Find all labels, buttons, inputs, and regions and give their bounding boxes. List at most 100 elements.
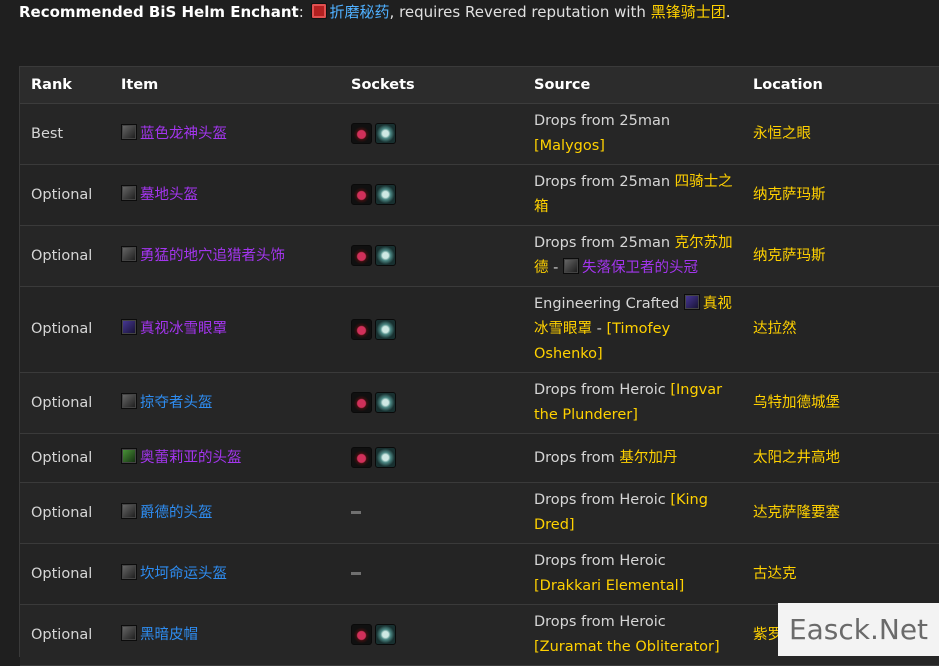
requirement-text: , requires Revered reputation with	[389, 3, 651, 21]
rank-cell: Optional	[20, 482, 110, 544]
source-cell: Drops from Heroic [King Dred]	[523, 482, 742, 544]
faction-link[interactable]: 黑锋骑士团	[651, 3, 726, 21]
helm-icon[interactable]	[121, 624, 137, 641]
header-colon: :	[298, 3, 309, 21]
header-end: .	[725, 3, 731, 21]
meta-socket-icon[interactable]	[351, 318, 372, 340]
column-header-rank[interactable]: Rank	[20, 67, 110, 104]
rank-cell: Optional	[20, 433, 110, 483]
meta-socket-icon[interactable]	[351, 392, 372, 413]
token-link[interactable]: 失落保卫者的头冠	[582, 260, 698, 276]
column-header-location[interactable]: Location	[742, 67, 939, 104]
prismatic-socket-icon[interactable]	[375, 447, 396, 468]
rank-cell: Optional	[20, 164, 110, 226]
enchant-recommendation: Recommended BiS Helm Enchant: 折磨秘药, requ…	[19, 2, 731, 22]
table-row: Optional 真视冰雪眼罩 Engineering Crafted 真视冰雪眼罩…	[20, 286, 939, 373]
source-cell: Drops from Heroic [Drakkari Elemental]	[523, 543, 742, 605]
source-cell: Engineering Crafted 真视冰雪眼罩 - [Timofey Os…	[523, 286, 742, 373]
source-separator: -	[592, 321, 607, 337]
item-cell: 勇猛的地穴追猎者头饰	[110, 225, 340, 287]
meta-socket-icon[interactable]	[351, 184, 372, 205]
helm-icon[interactable]	[121, 184, 137, 201]
source-text: Drops from Heroic	[534, 553, 666, 569]
location-link[interactable]: 纳克萨玛斯	[742, 225, 939, 287]
table-row: Optional 坎坷命运头盔 Drops from Heroic [Drakkar…	[20, 543, 939, 605]
prismatic-socket-icon[interactable]	[375, 123, 396, 144]
meta-socket-icon[interactable]	[351, 624, 372, 645]
source-text: Drops from 25man	[534, 113, 671, 129]
source-separator: -	[548, 260, 563, 276]
item-link[interactable]: 坎坷命运头盔	[140, 566, 227, 582]
source-cell: Drops from 25man [Malygos]	[523, 103, 742, 165]
table-row: Optional 爵德的头盔 Drops from Heroic [King Dre…	[20, 482, 939, 544]
table-row: Optional 墓地头盔 Drops from 25man 四骑士之箱 纳克萨玛斯	[20, 164, 939, 226]
source-text: Drops from Heroic	[534, 614, 666, 630]
column-header-source[interactable]: Source	[523, 67, 742, 104]
sockets-cell	[340, 604, 523, 666]
item-cell: 掠夺者头盔	[110, 372, 340, 434]
helm-icon[interactable]	[121, 245, 137, 262]
helm-icon[interactable]	[121, 447, 137, 464]
prismatic-socket-icon[interactable]	[375, 624, 396, 645]
item-cell: 爵德的头盔	[110, 482, 340, 544]
crafted-item-icon[interactable]	[683, 294, 700, 310]
item-cell: 蓝色龙神头盔	[110, 103, 340, 165]
source-link[interactable]: [Zuramat the Obliterator]	[534, 639, 720, 655]
sockets-cell	[340, 543, 523, 605]
meta-socket-icon[interactable]	[351, 245, 372, 266]
location-link[interactable]: 古达克	[742, 543, 939, 605]
item-link[interactable]: 黑暗皮帽	[140, 627, 198, 643]
item-link[interactable]: 奥蕾莉亚的头盔	[140, 450, 242, 466]
item-cell: 奥蕾莉亚的头盔	[110, 433, 340, 483]
location-link[interactable]: 达拉然	[742, 286, 939, 373]
meta-socket-icon[interactable]	[351, 123, 372, 144]
location-link[interactable]: 太阳之井高地	[742, 433, 939, 483]
location-link[interactable]: 永恒之眼	[742, 103, 939, 165]
sockets-cell	[340, 482, 523, 544]
sockets-cell	[340, 433, 523, 483]
column-header-sockets[interactable]: Sockets	[340, 67, 523, 104]
helm-icon[interactable]	[121, 563, 137, 580]
table-row: Optional 勇猛的地穴追猎者头饰 Drops from 25man 克尔苏加德…	[20, 225, 939, 287]
enchant-icon	[310, 3, 327, 19]
location-link[interactable]: 纳克萨玛斯	[742, 164, 939, 226]
source-link[interactable]: 基尔加丹	[619, 450, 677, 466]
source-link[interactable]: [Malygos]	[534, 138, 605, 154]
item-link[interactable]: 勇猛的地穴追猎者头饰	[140, 248, 285, 264]
item-link[interactable]: 掠夺者头盔	[140, 395, 213, 411]
rank-cell: Optional	[20, 543, 110, 605]
helm-icon[interactable]	[121, 123, 137, 140]
source-cell: Drops from 基尔加丹	[523, 433, 742, 483]
item-cell: 墓地头盔	[110, 164, 340, 226]
item-link[interactable]: 蓝色龙神头盔	[140, 126, 227, 142]
prismatic-socket-icon[interactable]	[375, 245, 396, 266]
column-header-item[interactable]: Item	[110, 67, 340, 104]
item-link[interactable]: 真视冰雪眼罩	[140, 321, 227, 337]
prismatic-socket-icon[interactable]	[375, 392, 396, 413]
sockets-cell	[340, 286, 523, 373]
meta-socket-icon[interactable]	[351, 447, 372, 468]
prismatic-socket-icon[interactable]	[375, 318, 396, 340]
item-cell: 黑暗皮帽	[110, 604, 340, 666]
source-cell: Drops from 25man 克尔苏加德 - 失落保卫者的头冠	[523, 225, 742, 287]
prismatic-socket-icon[interactable]	[375, 184, 396, 205]
helm-icon[interactable]	[121, 319, 137, 335]
location-link[interactable]: 达克萨隆要塞	[742, 482, 939, 544]
table-row: Best 蓝色龙神头盔 Drops from 25man [Malygos] 永恒之眼	[20, 103, 939, 165]
rank-cell: Optional	[20, 604, 110, 666]
site-watermark: Easck.Net	[778, 603, 939, 656]
helm-icon[interactable]	[121, 392, 137, 409]
item-cell: 真视冰雪眼罩	[110, 286, 340, 373]
token-icon[interactable]	[562, 258, 579, 274]
sockets-cell	[340, 164, 523, 226]
item-link[interactable]: 墓地头盔	[140, 187, 198, 203]
item-link[interactable]: 爵德的头盔	[140, 505, 213, 521]
source-link[interactable]: [Drakkari Elemental]	[534, 578, 684, 594]
enchant-spell-link[interactable]: 折磨秘药	[330, 3, 390, 21]
location-link[interactable]: 乌特加德城堡	[742, 372, 939, 434]
source-cell: Drops from Heroic [Ingvar the Plunderer]	[523, 372, 742, 434]
helm-icon[interactable]	[121, 502, 137, 519]
source-text: Engineering Crafted	[534, 296, 684, 312]
no-sockets-dash	[351, 572, 361, 575]
source-text: Drops from Heroic	[534, 492, 671, 508]
